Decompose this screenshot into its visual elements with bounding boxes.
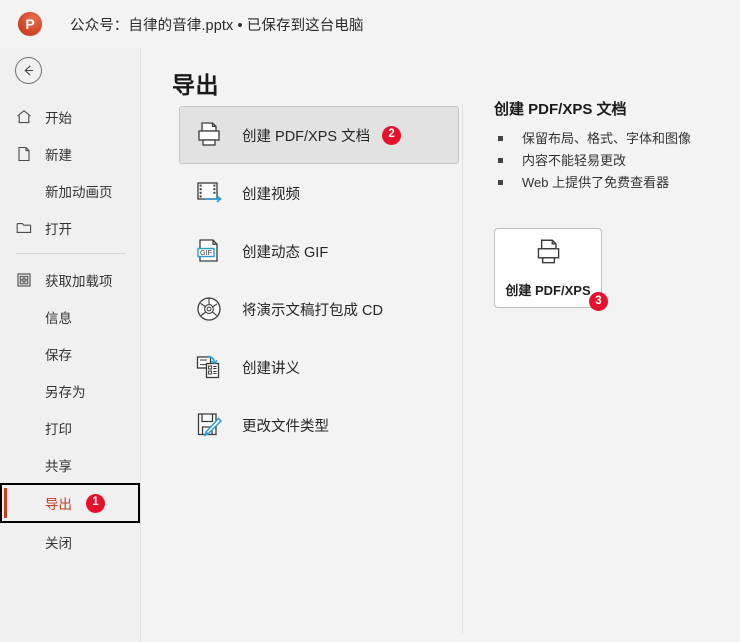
export-option-label: 创建动态 GIF (242, 241, 328, 262)
title-bar: P 公众号：自律的音律.pptx • 已保存到这台电脑 (0, 0, 740, 48)
powerpoint-icon: P (18, 12, 42, 36)
sidebar-item-label: 另存为 (45, 381, 86, 401)
sidebar-item-add-animation-page[interactable]: 新加动画页 (0, 172, 140, 209)
export-option-package-to-cd[interactable]: 将演示文稿打包成 CD (179, 280, 459, 338)
sidebar-item-label: 保存 (45, 344, 72, 364)
gif-document-icon: GIF (192, 234, 226, 268)
sidebar-item-label: 导出 (45, 493, 72, 513)
sidebar: 开始 新建 新加动画页 打开 (0, 48, 141, 642)
main-content: 导出 创建 PDF/XPS 文档 2 (141, 48, 740, 642)
powerpoint-icon-letter: P (25, 17, 34, 31)
svg-text:GIF: GIF (200, 248, 213, 257)
page-title: 导出 (172, 66, 219, 100)
sidebar-item-label: 获取加载项 (45, 270, 113, 290)
home-icon (14, 107, 34, 127)
sidebar-item-new[interactable]: 新建 (0, 135, 140, 172)
sidebar-item-label: 新加动画页 (45, 181, 113, 201)
export-option-label: 创建视频 (242, 183, 300, 204)
create-pdf-xps-button[interactable]: 创建 PDF/XPS (494, 228, 602, 308)
sidebar-item-label: 新建 (45, 144, 72, 164)
sidebar-item-label: 关闭 (45, 532, 72, 552)
sidebar-item-label: 信息 (45, 307, 72, 327)
export-options-list: 创建 PDF/XPS 文档 2 创建视频 (179, 106, 459, 454)
sidebar-item-print[interactable]: 打印 (0, 409, 140, 446)
export-option-label: 创建 PDF/XPS 文档 (242, 125, 370, 146)
sidebar-item-close[interactable]: 关闭 (0, 523, 140, 560)
export-option-create-pdf-xps[interactable]: 创建 PDF/XPS 文档 2 (179, 106, 459, 164)
handout-icon (192, 350, 226, 384)
add-ins-grid-icon (14, 270, 34, 290)
export-option-create-animated-gif[interactable]: GIF 创建动态 GIF (179, 222, 459, 280)
export-option-label: 创建讲义 (242, 357, 300, 378)
sidebar-item-get-addins[interactable]: 获取加载项 (0, 261, 140, 298)
export-option-create-handouts[interactable]: 创建讲义 (179, 338, 459, 396)
export-option-change-file-type[interactable]: 更改文件类型 (179, 396, 459, 454)
sidebar-item-save-as[interactable]: 另存为 (0, 372, 140, 409)
sidebar-item-home[interactable]: 开始 (0, 98, 140, 135)
step-badge-1: 1 (86, 494, 105, 513)
export-option-label: 更改文件类型 (242, 415, 329, 436)
detail-bullet-list: 保留布局、格式、字体和图像 内容不能轻易更改 Web 上提供了免费查看器 (494, 128, 734, 194)
sidebar-item-label: 打开 (45, 218, 72, 238)
sidebar-divider (16, 253, 126, 254)
detail-panel-title: 创建 PDF/XPS 文档 (494, 98, 734, 119)
step-badge-2: 2 (382, 126, 401, 145)
create-pdf-xps-button-label: 创建 PDF/XPS (505, 280, 590, 299)
sidebar-item-label: 打印 (45, 418, 72, 438)
step-badge-3: 3 (589, 292, 608, 311)
sidebar-nav-list: 开始 新建 新加动画页 打开 (0, 98, 140, 560)
back-button[interactable] (15, 57, 42, 84)
sidebar-item-label: 开始 (45, 107, 72, 127)
sidebar-item-share[interactable]: 共享 (0, 446, 140, 483)
export-option-label: 将演示文稿打包成 CD (242, 299, 383, 320)
vertical-divider (462, 104, 463, 634)
printer-document-icon (531, 237, 565, 274)
film-strip-arrow-icon (192, 176, 226, 210)
cd-disc-icon (192, 292, 226, 326)
detail-bullet-item: 保留布局、格式、字体和图像 (494, 128, 734, 150)
printer-document-icon (192, 118, 226, 152)
detail-bullet-item: 内容不能轻易更改 (494, 150, 734, 172)
document-title: 公众号：自律的音律.pptx • 已保存到这台电脑 (70, 14, 364, 35)
sidebar-item-export[interactable]: 导出 1 (0, 483, 140, 523)
back-arrow-icon (21, 63, 36, 78)
export-option-create-video[interactable]: 创建视频 (179, 164, 459, 222)
save-pencil-icon (192, 408, 226, 442)
sidebar-item-open[interactable]: 打开 (0, 209, 140, 246)
new-document-icon (14, 144, 34, 164)
sidebar-item-save[interactable]: 保存 (0, 335, 140, 372)
sidebar-item-info[interactable]: 信息 (0, 298, 140, 335)
detail-panel: 创建 PDF/XPS 文档 保留布局、格式、字体和图像 内容不能轻易更改 Web… (494, 98, 734, 194)
folder-open-icon (14, 218, 34, 238)
detail-bullet-item: Web 上提供了免费查看器 (494, 172, 734, 194)
sidebar-item-label: 共享 (45, 455, 72, 475)
